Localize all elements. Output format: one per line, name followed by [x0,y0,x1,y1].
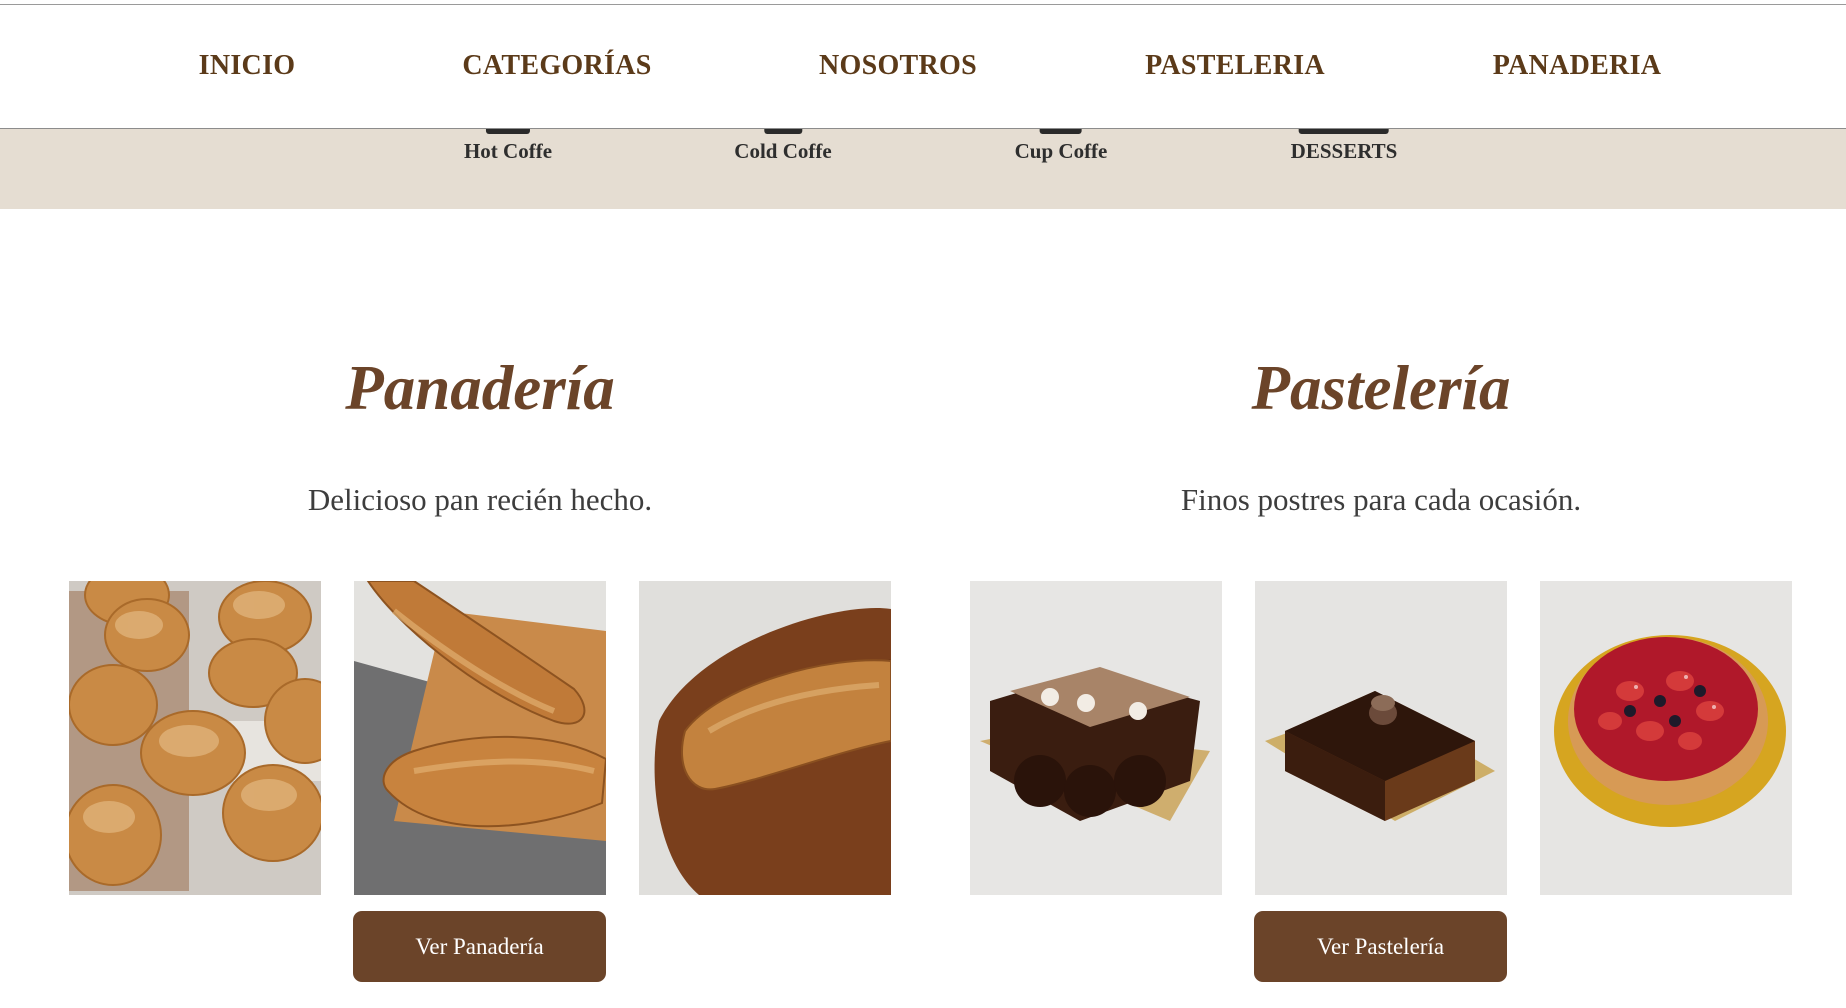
nav-inicio[interactable]: INICIO [199,50,296,82]
bakery-title: Panadería [345,353,615,423]
category-cold-coffee[interactable]: Cold Coffe [734,129,832,164]
berry-tart-photo [1540,581,1792,895]
cup-coffee-icon [1040,129,1082,134]
sesame-buns-photo [69,581,321,895]
pastry-subtitle: Finos postres para cada ocasión. [1180,482,1582,517]
baguette-wooden-board-photo [639,581,891,895]
category-cup-coffee[interactable]: Cup Coffe [1014,129,1108,164]
category-label: Cup Coffe [1014,139,1108,163]
nav-pasteleria[interactable]: PASTELERIA [1145,50,1325,82]
nav-panaderia[interactable]: PANADERIA [1493,50,1662,82]
ver-pasteleria-button[interactable]: Ver Pastelería [1254,911,1507,982]
chocolate-log-cake-photo [970,581,1222,895]
category-hot-coffee[interactable]: Hot Coffe [463,129,553,164]
main-nav: INICIO CATEGORÍAS NOSOTROS PASTELERIA PA… [0,5,1846,129]
pastry-title: Pastelería [1251,353,1511,423]
category-label: DESSERTS [1290,139,1398,163]
baguettes-on-board-photo [354,581,606,895]
bakery-subtitle: Delicioso pan recién hecho. [307,482,653,517]
ver-panaderia-button[interactable]: Ver Panadería [353,911,606,982]
chocolate-glazed-cake-photo [1255,581,1507,895]
category-desserts[interactable]: DESSERTS [1290,129,1398,164]
category-strip: Hot Coffe Cold Coffe Cup Coffe DESSERTS [0,129,1846,209]
category-label: Hot Coffe [463,139,553,163]
category-label: Cold Coffe [734,139,832,163]
nav-categorias[interactable]: CATEGORÍAS [462,50,651,82]
cold-coffee-icon [764,129,802,134]
hot-coffee-icon [486,129,530,134]
nav-nosotros[interactable]: NOSOTROS [819,50,977,82]
desserts-icon [1299,129,1389,134]
